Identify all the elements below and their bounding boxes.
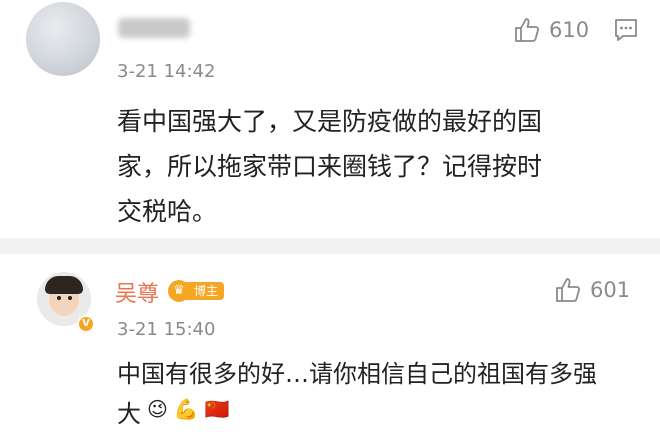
avatar-eye	[68, 296, 72, 300]
verified-v-icon: V	[77, 315, 95, 333]
like-button[interactable]: 610	[513, 16, 589, 44]
like-count: 601	[590, 278, 631, 302]
like-count: 610	[549, 18, 590, 42]
comment-item: 3-21 14:42 610 看中国强大了，又是防疫做的最好的国 家，所以拖家带…	[0, 0, 660, 238]
avatar[interactable]	[26, 2, 100, 76]
avatar-eye	[57, 296, 61, 300]
crown-icon: ♛	[168, 280, 190, 302]
emoji-row: 😉 💪 🇨🇳	[147, 396, 230, 422]
flexed-biceps-emoji: 💪	[173, 397, 199, 421]
china-flag-emoji: 🇨🇳	[204, 397, 230, 421]
wink-emoji: 😉	[147, 397, 168, 421]
comment-timestamp: 3-21 14:42	[117, 61, 216, 82]
comment-divider	[0, 238, 660, 254]
author-badge: ♛ 博主	[168, 280, 225, 302]
avatar-hair	[45, 276, 83, 294]
username-blurred[interactable]	[118, 18, 190, 38]
thumbs-up-icon	[515, 18, 540, 42]
like-button[interactable]: 601	[554, 276, 630, 304]
badge-label: 博主	[186, 282, 225, 300]
comment-text: 中国有很多的好…请你相信自己的祖国有多强 大	[117, 360, 597, 428]
comment-text: 看中国强大了，又是防疫做的最好的国 家，所以拖家带口来圈钱了？记得按时 交税哈。	[117, 107, 543, 226]
thumbs-up-icon	[556, 278, 581, 302]
username[interactable]: 吴尊	[115, 276, 159, 308]
comment-item: V 吴尊 ♛ 博主 3-21 15:40 601 中国有很多的好…请你相信自己的…	[0, 254, 660, 431]
comment-timestamp: 3-21 15:40	[117, 319, 216, 340]
comment-bubble-icon[interactable]	[613, 17, 639, 43]
